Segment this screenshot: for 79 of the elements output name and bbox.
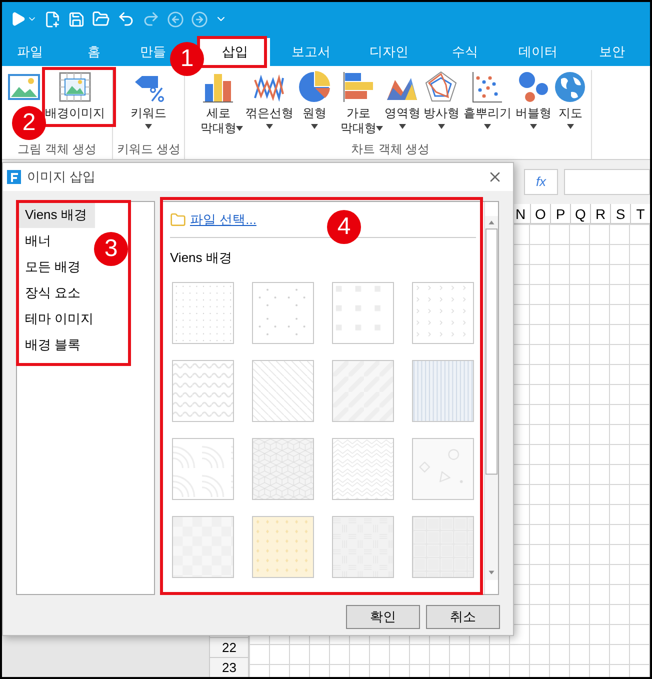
caret-icon[interactable] (236, 126, 244, 131)
scatter-chart-icon (470, 70, 504, 104)
scrollbar[interactable] (484, 202, 498, 594)
undo-icon[interactable] (117, 10, 135, 28)
caret-icon[interactable] (398, 124, 406, 129)
formula-field[interactable] (564, 169, 650, 195)
ribbon-button[interactable]: 방사형 (423, 106, 460, 121)
folder-icon (170, 212, 186, 228)
background-image-icon (58, 70, 92, 104)
pattern-thumbnail[interactable] (412, 282, 474, 344)
caret-icon[interactable] (484, 124, 491, 129)
ribbon-button[interactable]: 세로 막대형 (200, 106, 236, 136)
function-button[interactable]: fx (524, 169, 558, 195)
pie-chart-icon (297, 70, 332, 104)
caret-icon[interactable] (310, 124, 318, 129)
group-label: 차트 객체 생성 (351, 141, 430, 158)
ribbon-button[interactable]: 버블형 (515, 106, 552, 121)
globe-icon (553, 70, 588, 104)
pattern-thumbnail[interactable] (332, 360, 394, 422)
new-document-icon[interactable] (44, 10, 61, 28)
bar-chart-icon (341, 70, 376, 104)
category-item[interactable]: 장식 요소 (17, 280, 89, 306)
column-header[interactable]: P (550, 204, 570, 224)
pattern-thumbnail[interactable] (332, 282, 394, 344)
redo-icon[interactable] (142, 10, 160, 28)
ribbon-button[interactable]: 흩뿌리기 (463, 106, 512, 121)
caret-icon[interactable] (530, 124, 537, 129)
caret-icon[interactable] (376, 126, 384, 131)
open-folder-icon[interactable] (92, 10, 110, 28)
group-label: 그림 객체 생성 (18, 141, 96, 158)
row-header[interactable]: 23 (210, 657, 248, 677)
file-select-link[interactable]: 파일 선택... (190, 210, 256, 230)
column-header[interactable]: S (610, 204, 630, 224)
dialog-title: 이미지 삽입 (27, 168, 97, 186)
caret-icon[interactable] (266, 124, 273, 129)
caret-icon[interactable] (145, 124, 152, 129)
row-header[interactable]: 22 (210, 637, 248, 657)
column-header[interactable]: R (590, 204, 610, 224)
group-label: 키워드 생성 (117, 141, 180, 158)
pattern-thumbnail[interactable] (172, 360, 234, 422)
column-header[interactable]: Q (570, 204, 590, 224)
pattern-thumbnail[interactable] (172, 438, 234, 500)
bubble-chart-icon (516, 70, 550, 104)
pattern-thumbnail[interactable] (332, 516, 394, 578)
pattern-thumbnail[interactable] (332, 438, 394, 500)
back-icon[interactable] (167, 10, 184, 28)
pattern-thumbnail[interactable] (252, 438, 314, 500)
ribbon-button[interactable]: 꺾은선형 (245, 106, 294, 121)
radar-chart-icon (424, 70, 458, 104)
pattern-thumbnail[interactable] (172, 282, 234, 344)
category-item[interactable]: 테마 이미지 (17, 306, 102, 332)
pattern-thumbnail[interactable] (172, 516, 234, 578)
caret-icon[interactable] (566, 124, 574, 129)
ribbon-button[interactable]: 키워드 (130, 106, 167, 121)
category-item[interactable]: Viens 배경 (17, 202, 95, 228)
save-icon[interactable] (68, 10, 85, 28)
ribbon-button[interactable]: 가로 막대형 (340, 106, 376, 136)
dialog-button[interactable]: 확인 (346, 605, 420, 629)
pattern-thumbnail[interactable] (252, 282, 314, 344)
caret-icon[interactable] (438, 124, 445, 129)
run-icon[interactable] (10, 11, 26, 27)
ribbon-button[interactable]: 영역형 (384, 106, 420, 121)
category-item[interactable]: 모든 배경 (17, 254, 89, 280)
forward-icon[interactable] (191, 10, 208, 28)
ribbon-button[interactable]: 배경이미지 (45, 106, 105, 121)
pattern-thumbnail[interactable] (252, 360, 314, 422)
category-item[interactable]: 배경 블록 (17, 332, 89, 358)
dialog-button[interactable]: 취소 (426, 605, 500, 629)
column-header[interactable]: T (630, 204, 650, 224)
section-title: Viens 배경 (170, 249, 233, 267)
app-logo-icon (7, 170, 21, 184)
pattern-thumbnail[interactable] (252, 516, 314, 578)
ribbon-button[interactable]: 원형 (302, 106, 326, 121)
ribbon-button[interactable]: 지도 (558, 106, 582, 121)
pattern-thumbnail[interactable] (412, 516, 474, 578)
pattern-thumbnail[interactable] (412, 360, 474, 422)
pattern-thumbnail[interactable] (412, 438, 474, 500)
category-item[interactable]: 배너 (17, 228, 59, 254)
column-header[interactable]: O (530, 204, 550, 224)
